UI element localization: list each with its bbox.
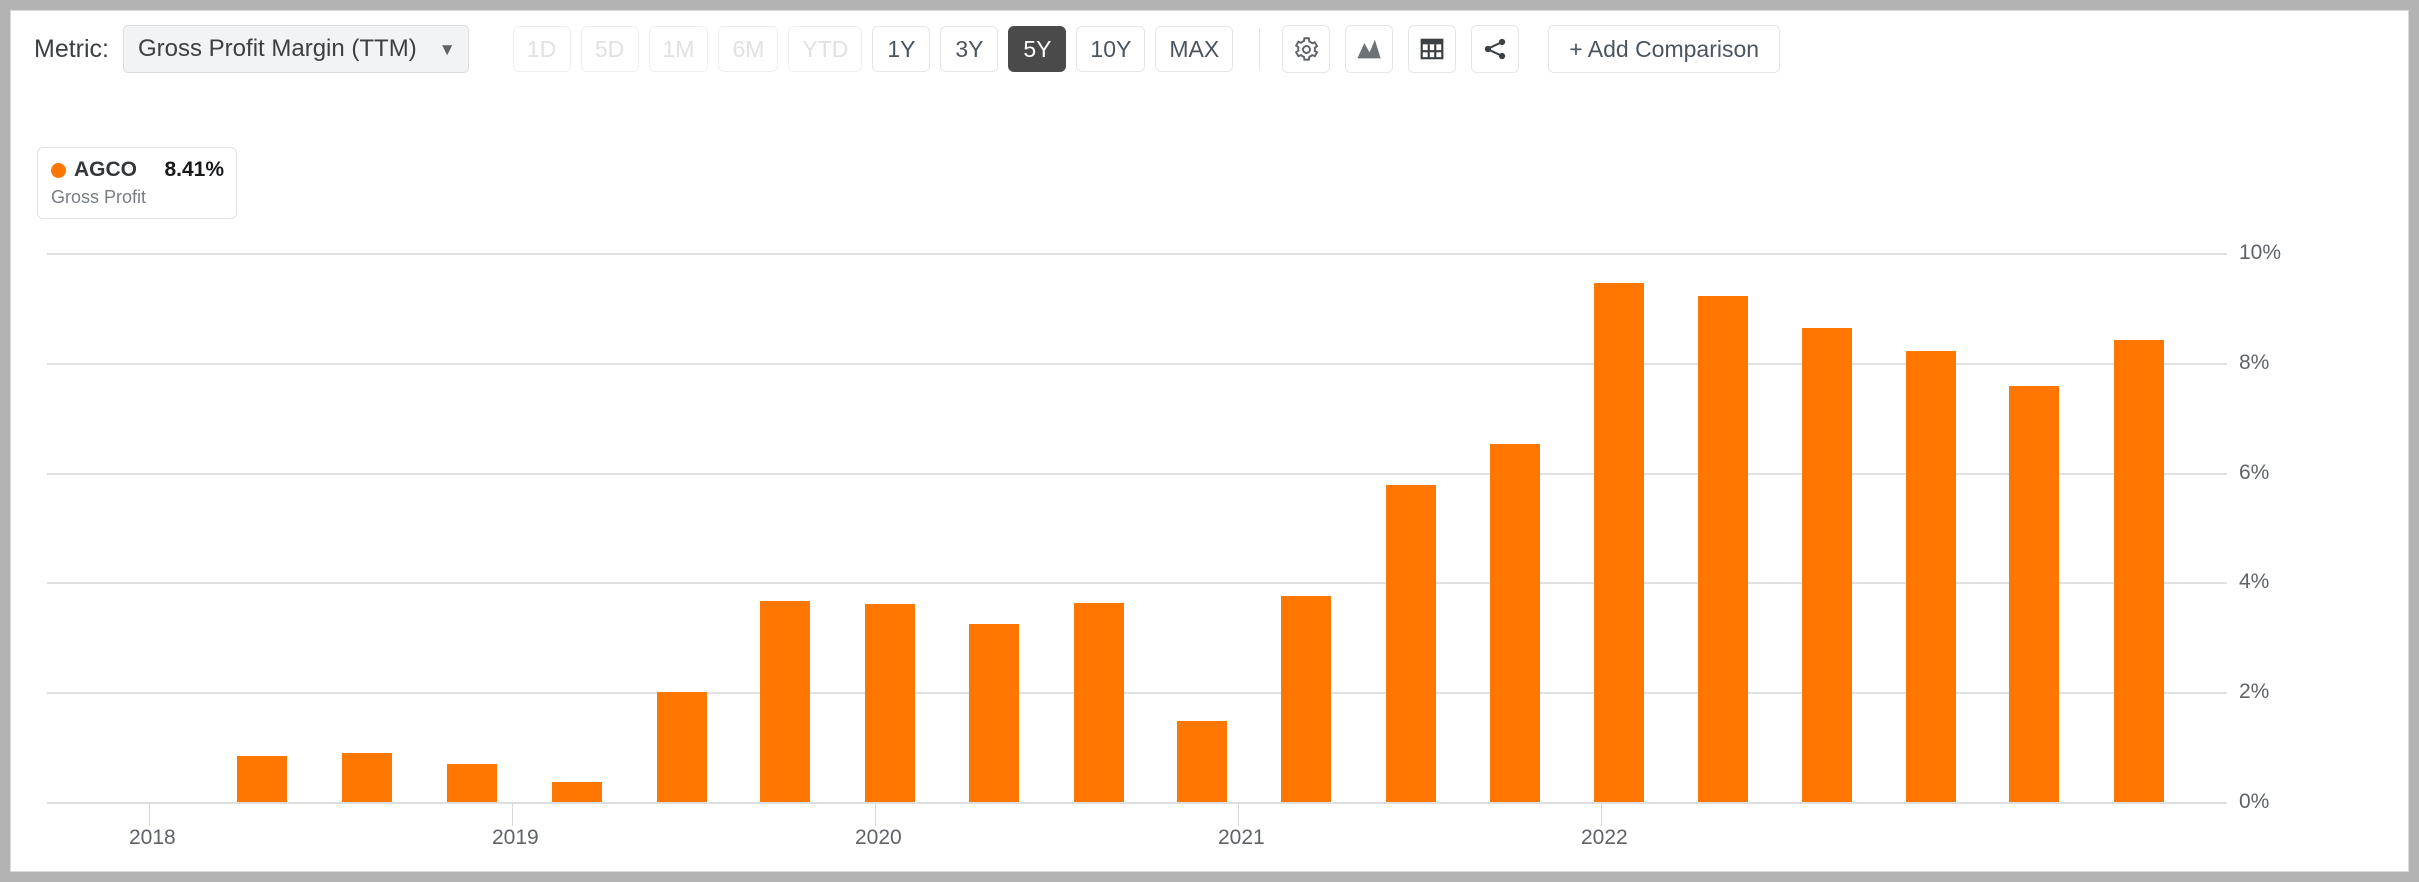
x-axis-tick-label: 2021 [1218, 826, 1265, 849]
bar[interactable] [342, 753, 392, 802]
y-axis-tick-label: 6% [2239, 460, 2270, 484]
y-axis-tick-label: 4% [2239, 570, 2270, 594]
range-button-1m[interactable]: 1M [648, 26, 709, 72]
range-button-1y[interactable]: 1Y [872, 26, 931, 72]
bar[interactable] [760, 601, 810, 802]
y-axis-tick-label: 8% [2239, 350, 2270, 374]
x-axis-tick [512, 804, 513, 826]
bar[interactable] [2114, 340, 2164, 802]
bar[interactable] [447, 763, 497, 802]
chevron-down-icon: ▼ [438, 39, 456, 59]
share-button[interactable] [1471, 25, 1520, 73]
bar[interactable] [969, 624, 1019, 802]
x-axis-tick [149, 804, 150, 826]
gridline [47, 362, 2227, 365]
bar[interactable] [657, 691, 707, 802]
area-chart-icon [1355, 35, 1383, 63]
chart-panel: Metric: Gross Profit Margin (TTM) ▼ 1D 5… [10, 10, 2409, 872]
bar[interactable] [1177, 720, 1227, 802]
x-axis-tick-label: 2020 [855, 826, 902, 849]
table-icon [1419, 36, 1445, 62]
y-axis-tick-label: 2% [2239, 680, 2270, 704]
gridline [47, 253, 2227, 255]
bar[interactable] [552, 781, 602, 802]
bar[interactable] [865, 604, 915, 802]
legend-primary-row: AGCO 8.41% [51, 157, 224, 183]
bar[interactable] [1490, 444, 1540, 802]
metric-select[interactable]: Gross Profit Margin (TTM) ▼ [123, 25, 469, 73]
x-axis-tick-label: 2019 [492, 826, 539, 849]
range-button-max[interactable]: MAX [1155, 26, 1234, 72]
bar[interactable] [1802, 328, 1852, 802]
bar-chart: 0% 2% 4% 6% 8% 10% 2018 2019 2020 2021 2022 [11, 11, 2408, 871]
bar[interactable] [237, 756, 287, 802]
metric-label: Metric: [34, 34, 109, 63]
bar[interactable] [1074, 602, 1124, 802]
gridline [47, 472, 2227, 475]
gridline [47, 692, 2227, 695]
legend-subtitle: Gross Profit [51, 187, 147, 207]
x-axis-tick [875, 804, 876, 826]
y-axis-tick-label: 10% [2239, 241, 2282, 264]
x-axis-tick-label: 2022 [1581, 826, 1628, 849]
axis-baseline [47, 802, 2227, 804]
range-button-5d[interactable]: 5D [580, 26, 639, 72]
chart-type-button[interactable] [1345, 25, 1394, 73]
bar[interactable] [1281, 595, 1331, 802]
range-button-ytd[interactable]: YTD [788, 26, 863, 72]
y-axis-tick-label: 0% [2239, 790, 2270, 813]
series-color-dot [51, 162, 66, 178]
range-button-3y[interactable]: 3Y [940, 26, 999, 72]
plot-area [47, 253, 2227, 804]
time-range-group: 1D 5D 1M 6M YTD 1Y 3Y 5Y 10Y MAX [512, 26, 1244, 72]
chart-legend[interactable]: AGCO 8.41% Gross Profit [37, 147, 237, 219]
settings-button[interactable] [1282, 25, 1331, 73]
range-button-6m[interactable]: 6M [718, 26, 779, 72]
range-button-5y[interactable]: 5Y [1008, 26, 1067, 72]
bar[interactable] [1386, 484, 1436, 802]
range-button-1d[interactable]: 1D [512, 26, 571, 72]
bar[interactable] [2009, 386, 2059, 802]
bar[interactable] [1906, 351, 1956, 802]
legend-ticker: AGCO [74, 158, 137, 181]
x-axis-tick [1601, 804, 1602, 826]
legend-value: 8.41% [164, 158, 224, 181]
bar[interactable] [1594, 282, 1644, 802]
gridline [47, 582, 2227, 585]
add-comparison-button[interactable]: + Add Comparison [1548, 25, 1781, 73]
metric-select-value: Gross Profit Margin (TTM) [138, 35, 417, 62]
toolbar-divider [1259, 28, 1261, 70]
bar[interactable] [1698, 295, 1748, 802]
x-axis-tick-label: 2018 [129, 826, 176, 849]
x-axis-tick [1238, 804, 1239, 826]
data-table-button[interactable] [1408, 25, 1457, 73]
gear-icon [1293, 36, 1320, 63]
share-icon [1482, 36, 1508, 62]
range-button-10y[interactable]: 10Y [1076, 26, 1146, 72]
chart-toolbar: Metric: Gross Profit Margin (TTM) ▼ 1D 5… [11, 11, 2408, 87]
